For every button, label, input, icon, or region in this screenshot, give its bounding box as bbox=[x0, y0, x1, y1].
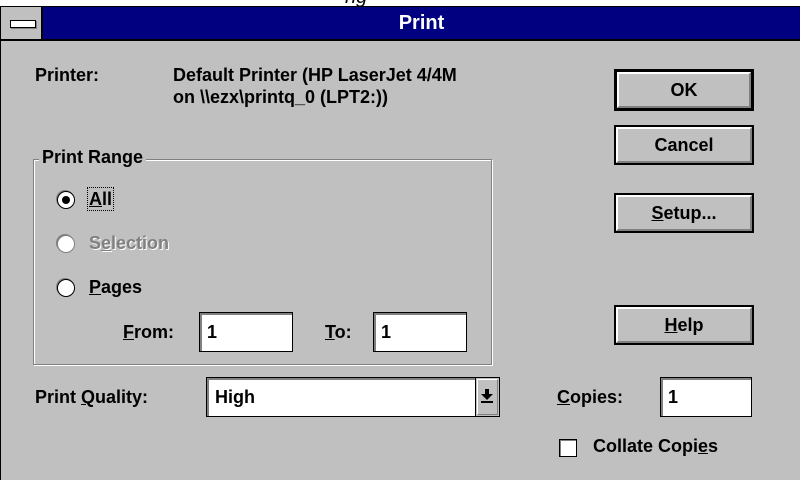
setup-button-label: Setup... bbox=[651, 202, 717, 223]
to-page-input[interactable]: 1 bbox=[373, 312, 467, 352]
copies-input[interactable]: 1 bbox=[660, 377, 752, 417]
to-label: To: bbox=[325, 322, 352, 342]
radio-selection[interactable] bbox=[57, 235, 75, 253]
collate-label[interactable]: Collate Copies bbox=[593, 436, 718, 457]
dropdown-button[interactable] bbox=[475, 378, 499, 416]
cancel-button-label: Cancel bbox=[654, 134, 714, 155]
dialog-title: Print bbox=[398, 12, 445, 34]
printer-name-line1: Default Printer (HP LaserJet 4/4M bbox=[173, 65, 457, 85]
printer-label: Printer: bbox=[35, 65, 100, 85]
cancel-button[interactable]: Cancel bbox=[614, 125, 754, 165]
print-quality-select[interactable]: High bbox=[206, 377, 500, 417]
radio-selected-dot bbox=[62, 196, 70, 204]
dropdown-arrow-icon bbox=[481, 389, 493, 403]
radio-all-label[interactable]: All bbox=[86, 187, 115, 211]
copies-label: Copies: bbox=[557, 387, 624, 407]
from-page-input[interactable]: 1 bbox=[199, 312, 293, 352]
setup-button[interactable]: Setup... bbox=[614, 193, 754, 233]
system-menu-icon bbox=[10, 20, 36, 28]
print-range-title: Print Range bbox=[39, 147, 147, 168]
collate-checkbox[interactable] bbox=[559, 439, 577, 457]
radio-pages[interactable] bbox=[57, 279, 75, 297]
radio-all[interactable] bbox=[57, 191, 75, 209]
help-button[interactable]: Help bbox=[614, 305, 754, 345]
print-dialog: Print Printer: Default Printer (HP Laser… bbox=[0, 6, 800, 480]
system-menu-button[interactable] bbox=[1, 7, 43, 39]
print-quality-label: Print Quality: bbox=[35, 387, 149, 407]
help-button-label: Help bbox=[664, 314, 704, 335]
radio-pages-label[interactable]: Pages bbox=[89, 277, 142, 298]
radio-selection-label[interactable]: Selection bbox=[89, 233, 169, 254]
from-label: From: bbox=[123, 322, 174, 342]
ok-button-label: OK bbox=[670, 79, 698, 100]
title-bar[interactable]: Print bbox=[1, 7, 800, 41]
ok-button[interactable]: OK bbox=[614, 69, 754, 111]
print-quality-value: High bbox=[215, 387, 255, 407]
printer-name-line2: on \\ezx\printq_0 (LPT2:)) bbox=[173, 87, 389, 107]
